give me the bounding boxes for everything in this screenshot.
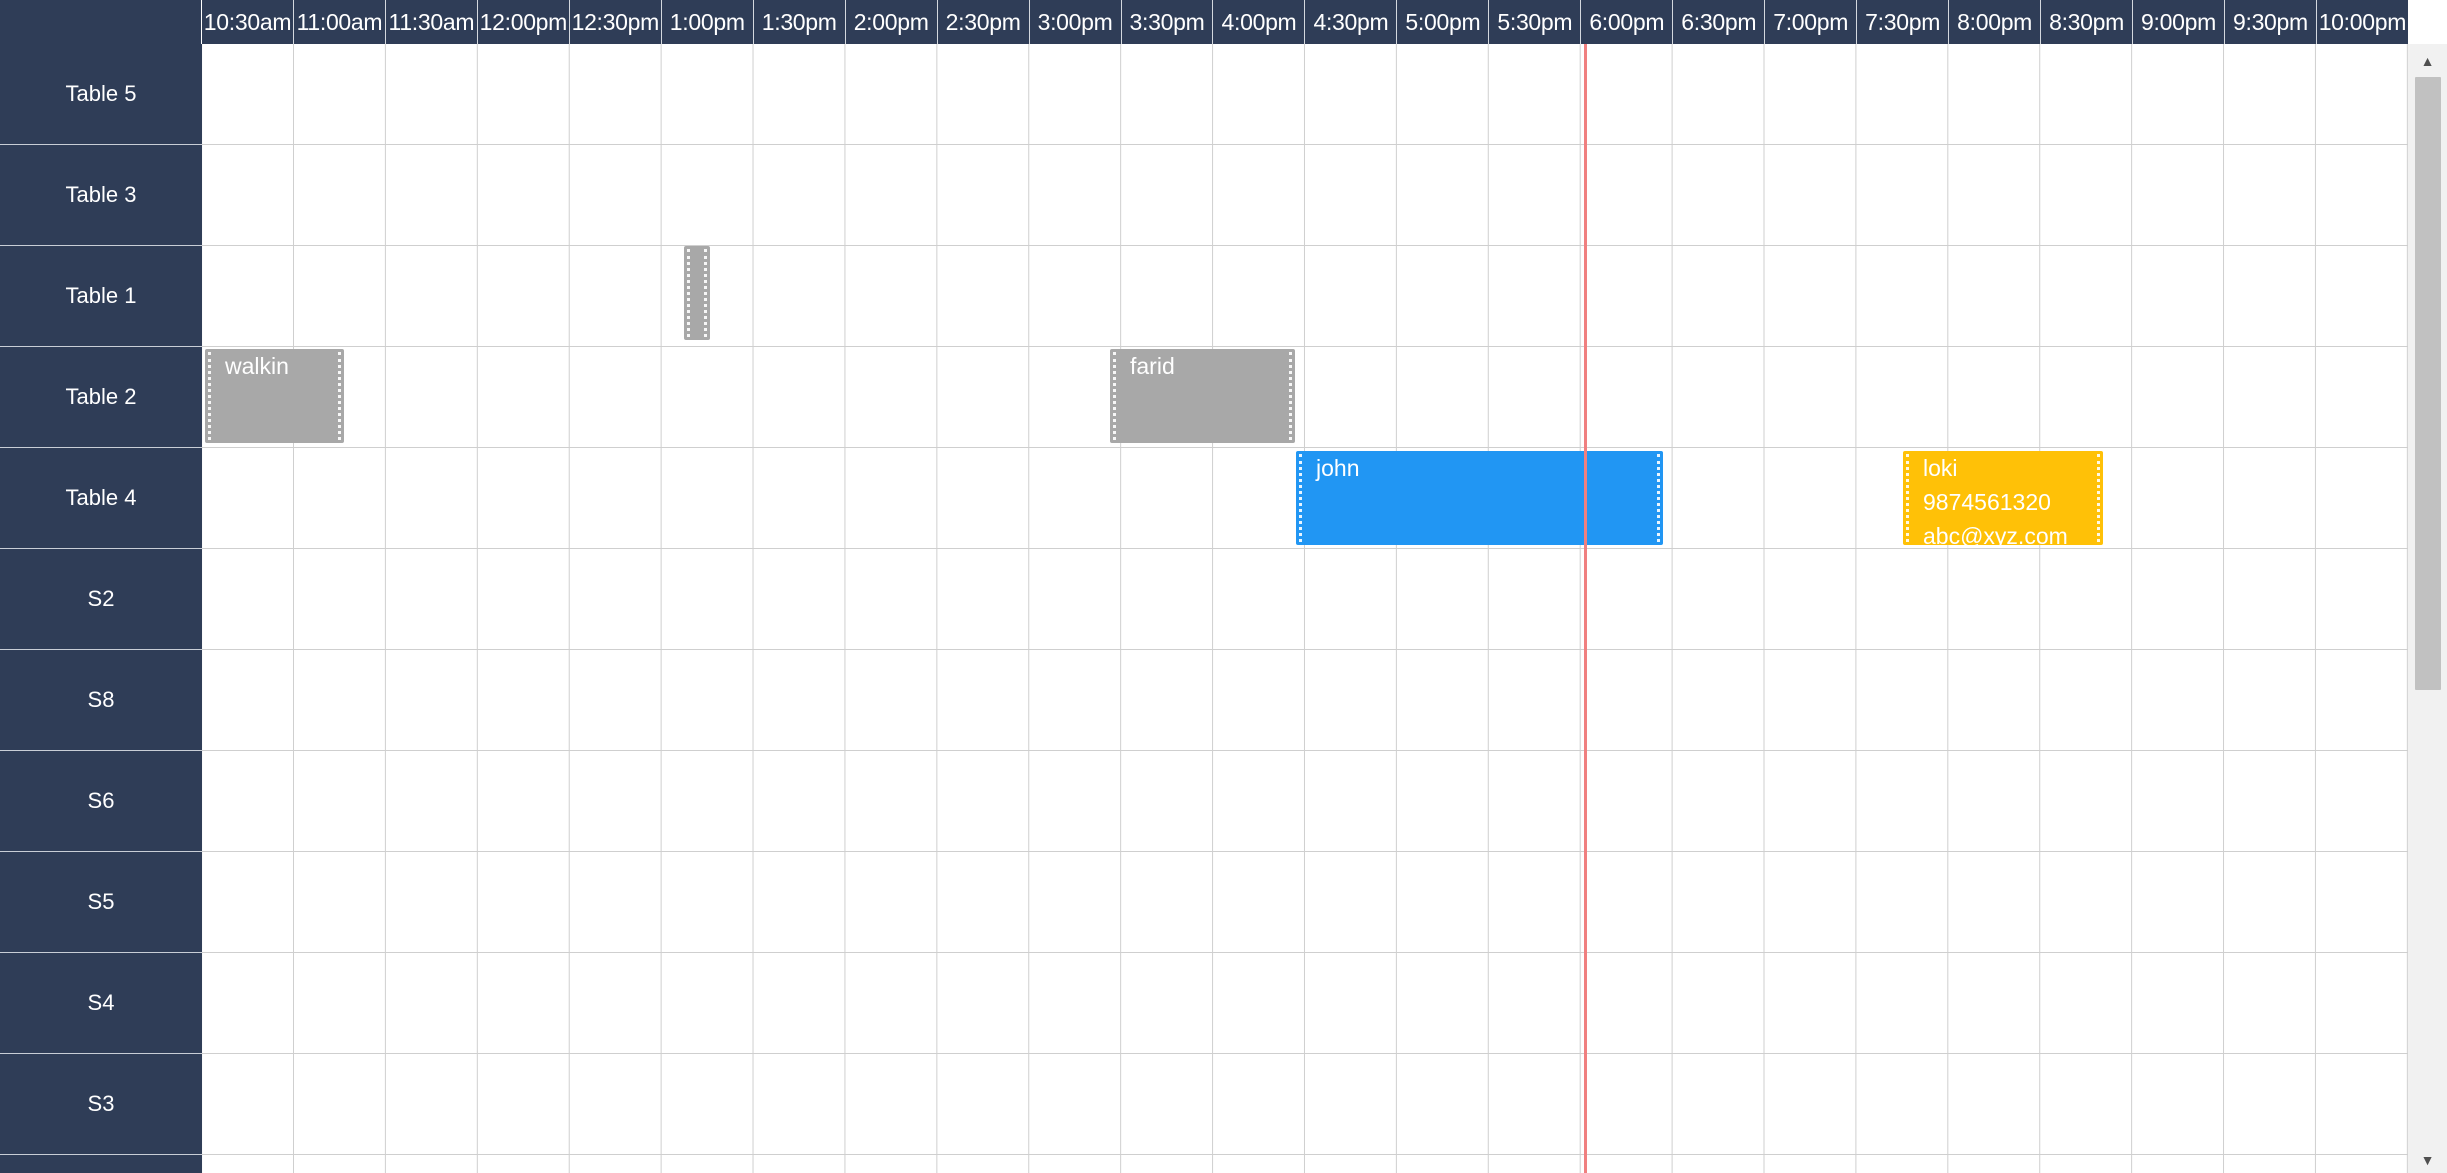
resource-label-table-5: Table 5	[0, 44, 202, 145]
booking-block-farid[interactable]: farid	[1110, 349, 1295, 443]
time-slot-header: 9:00pm	[2133, 0, 2225, 44]
time-slot-header: 12:30pm	[570, 0, 662, 44]
scroll-up-icon[interactable]: ▲	[2408, 48, 2447, 74]
resource-label-s2: S2	[0, 549, 202, 650]
resize-handle-left[interactable]	[1906, 454, 1909, 542]
time-slot-header: 1:30pm	[754, 0, 846, 44]
resource-label-table-3: Table 3	[0, 145, 202, 246]
time-slot-header: 8:30pm	[2041, 0, 2134, 44]
time-slot-header: 10:30am	[202, 0, 294, 44]
time-slot-header: 4:30pm	[1305, 0, 1398, 44]
scroll-thumb[interactable]	[2415, 77, 2441, 690]
resize-handle-right[interactable]	[338, 352, 341, 440]
booking-name: loki	[1923, 455, 1958, 481]
resize-handle-left[interactable]	[1113, 352, 1116, 440]
resource-label-s6: S6	[0, 751, 202, 852]
booking-email: abc@xyz.com	[1923, 523, 2068, 545]
time-slot-header: 7:00pm	[1765, 0, 1858, 44]
time-slot-header: 5:30pm	[1489, 0, 1582, 44]
schedule-grid[interactable]: walkin farid john loki 9874561320 abc@xy…	[202, 44, 2408, 1173]
resize-handle-right[interactable]	[1289, 352, 1292, 440]
booking-block-walkin[interactable]: walkin	[205, 349, 344, 443]
booking-block-loki[interactable]: loki 9874561320 abc@xyz.com	[1903, 451, 2103, 545]
booking-phone: 9874561320	[1923, 489, 2051, 515]
time-slot-header: 11:00am	[294, 0, 386, 44]
time-slot-header: 9:30pm	[2225, 0, 2317, 44]
resource-label-s5: S5	[0, 852, 202, 953]
resize-handle-right[interactable]	[704, 249, 707, 337]
resource-list: Table 5 Table 3 Table 1 Table 2 Table 4 …	[0, 44, 202, 1173]
current-time-indicator	[1584, 44, 1587, 1173]
vertical-scrollbar[interactable]: ▲ ▼	[2408, 44, 2447, 1173]
booking-name: john	[1316, 455, 1360, 481]
resource-label-table-1: Table 1	[0, 246, 202, 347]
scroll-down-icon[interactable]: ▼	[2408, 1147, 2447, 1173]
booking-name: walkin	[225, 353, 289, 379]
time-slot-header: 11:30am	[386, 0, 478, 44]
corner-cell	[0, 0, 202, 44]
time-slot-header: 2:00pm	[846, 0, 938, 44]
resource-label-table-2: Table 2	[0, 347, 202, 448]
time-header: 10:30am 11:00am 11:30am 12:00pm 12:30pm …	[202, 0, 2408, 44]
resize-handle-right[interactable]	[2097, 454, 2100, 542]
booking-name: farid	[1130, 353, 1175, 379]
resize-handle-left[interactable]	[1299, 454, 1302, 542]
booking-block[interactable]	[684, 246, 710, 340]
resource-label-s4: S4	[0, 953, 202, 1054]
resource-label-s8: S8	[0, 650, 202, 751]
time-slot-header: 3:30pm	[1122, 0, 1214, 44]
resize-handle-left[interactable]	[687, 249, 690, 337]
time-slot-header: 7:30pm	[1857, 0, 1950, 44]
resource-label-s3: S3	[0, 1054, 202, 1155]
time-slot-header: 3:00pm	[1030, 0, 1122, 44]
time-slot-header: 8:00pm	[1949, 0, 2042, 44]
time-slot-header: 6:00pm	[1581, 0, 1674, 44]
time-slot-header: 10:00pm	[2318, 9, 2407, 35]
resource-label-table-4: Table 4	[0, 448, 202, 549]
time-slot-header: 4:00pm	[1213, 0, 1306, 44]
time-slot-header: 6:30pm	[1673, 0, 1766, 44]
time-slot-header: 2:30pm	[938, 0, 1030, 44]
time-slot-header: 5:00pm	[1397, 0, 1490, 44]
time-slot-header: 12:00pm	[478, 0, 570, 44]
resize-handle-right[interactable]	[1657, 454, 1660, 542]
resize-handle-left[interactable]	[208, 352, 211, 440]
booking-block-john[interactable]: john	[1296, 451, 1663, 545]
time-slot-header: 1:00pm	[662, 0, 754, 44]
